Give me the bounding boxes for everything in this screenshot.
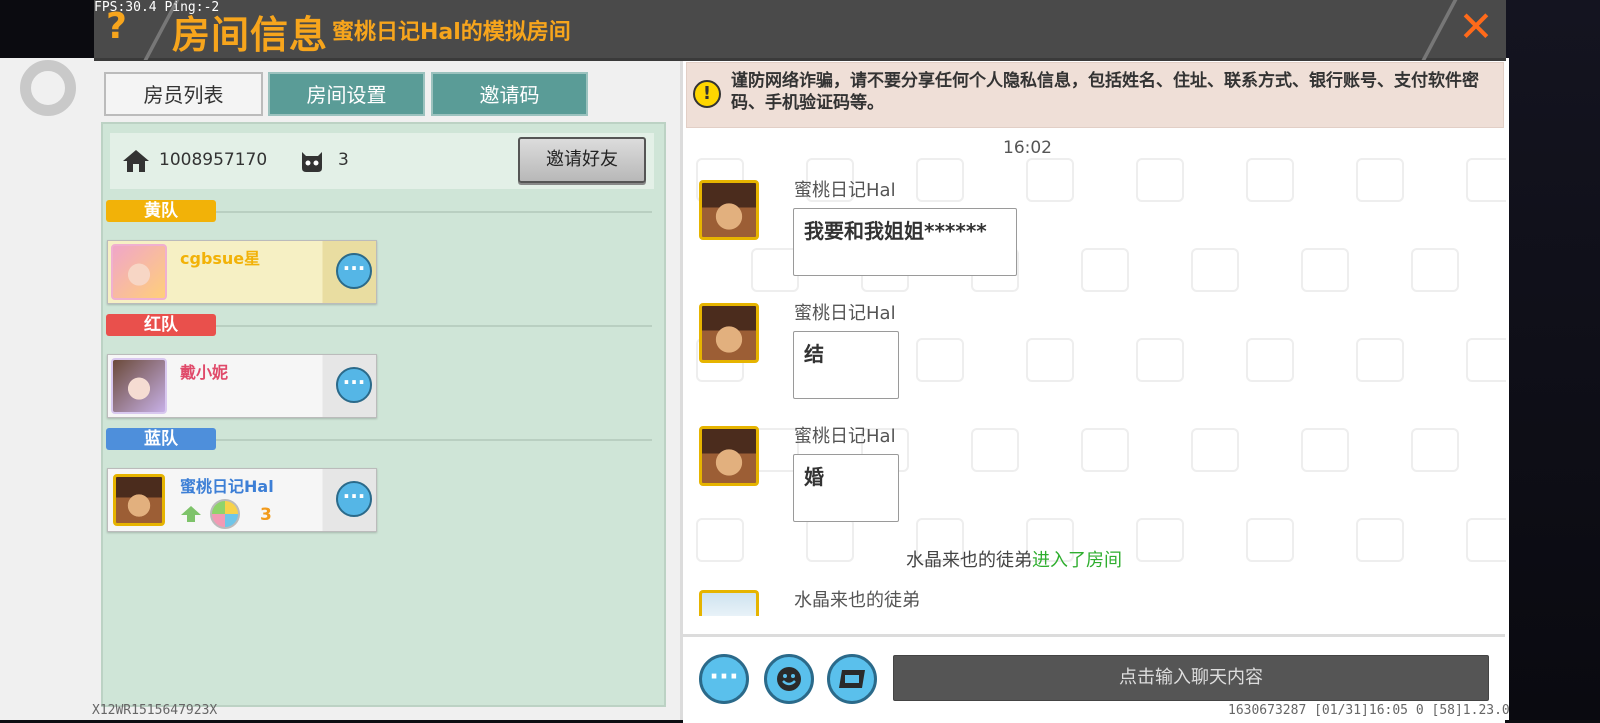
member-avatar [111, 358, 167, 414]
more-actions-button[interactable]: ··· [699, 654, 749, 704]
sender-avatar[interactable] [699, 180, 759, 240]
tab-invite-code[interactable]: 邀请码 [431, 72, 588, 116]
rank-badge-icon [210, 499, 240, 529]
message-bubble: 结 [793, 331, 899, 399]
quick-phrase-button[interactable] [827, 654, 877, 704]
system-action: 进入了房间 [1032, 550, 1122, 571]
close-button[interactable]: ✕ [1455, 2, 1497, 52]
close-x-icon: ✕ [1458, 2, 1494, 51]
message-sender: 水晶来也的徒弟 [794, 590, 920, 611]
sender-avatar[interactable] [699, 590, 759, 616]
team-tag-blue: 蓝队 [106, 428, 216, 450]
member-avatar [111, 244, 167, 300]
house-icon [123, 150, 149, 172]
room-subtitle: 蜜桃日记Hal的模拟房间 [332, 20, 571, 45]
member-card[interactable]: 蜜桃日记Hal 3 ··· [107, 468, 377, 532]
fps-readout: FPS:30.4 Ping:-2 [94, 0, 220, 15]
chat-input[interactable]: 点击输入聊天内容 [893, 655, 1489, 701]
member-name: 戴小妮 [180, 363, 229, 382]
ellipsis-icon: ··· [342, 484, 366, 508]
letterbox-right [1506, 0, 1600, 720]
ring-icon[interactable] [20, 60, 76, 116]
member-card[interactable]: cgbsue星 ··· [107, 240, 377, 304]
member-level: 3 [260, 505, 272, 525]
divider [216, 325, 652, 327]
message-sender: 蜜桃日记Hal [794, 426, 896, 447]
emoji-button[interactable] [764, 654, 814, 704]
divider [216, 211, 652, 213]
member-card[interactable]: 戴小妮 ··· [107, 354, 377, 418]
sender-avatar[interactable] [699, 303, 759, 363]
team-tag-red: 红队 [106, 314, 216, 336]
message-bubble: 我要和我姐姐****** [793, 208, 1017, 276]
more-options-button[interactable]: ··· [336, 253, 372, 289]
room-id: 1008957170 [159, 150, 268, 170]
player-count-icon [302, 152, 322, 172]
chat-timestamp: 16:02 [1003, 138, 1052, 158]
system-message: 水晶来也的徒弟进入了房间 [906, 546, 1122, 572]
player-count: 3 [338, 150, 349, 170]
ellipsis-icon: ··· [342, 256, 366, 280]
tab-member-list[interactable]: 房员列表 [104, 72, 263, 116]
smiley-icon [777, 667, 801, 691]
invite-friend-button[interactable]: 邀请好友 [518, 137, 646, 183]
ellipsis-icon: ··· [709, 662, 739, 692]
device-id: X12WR1515647923X [92, 703, 218, 718]
letterbox-left [0, 0, 94, 58]
sender-avatar[interactable] [699, 426, 759, 486]
message-bubble: 婚 [793, 454, 899, 522]
ellipsis-icon: ··· [342, 370, 366, 394]
keyboard-icon [839, 670, 865, 688]
level-arrow-icon [181, 506, 201, 522]
tab-room-settings[interactable]: 房间设置 [268, 72, 425, 116]
member-name: 蜜桃日记Hal [180, 477, 274, 496]
message-sender: 蜜桃日记Hal [794, 180, 896, 201]
member-avatar [113, 474, 165, 526]
more-options-button[interactable]: ··· [336, 367, 372, 403]
fraud-warning-text: 谨防网络诈骗，请不要分享任何个人隐私信息，包括姓名、住址、联系方式、银行账号、支… [731, 71, 1479, 113]
team-tag-yellow: 黄队 [106, 200, 216, 222]
member-name: cgbsue星 [180, 249, 261, 268]
divider [216, 439, 652, 441]
message-sender: 蜜桃日记Hal [794, 303, 896, 324]
more-options-button[interactable]: ··· [336, 481, 372, 517]
build-info: 1630673287 [01/31]16:05 0 [58]1.23.0 [1228, 703, 1510, 718]
system-user: 水晶来也的徒弟 [906, 550, 1032, 571]
warning-icon: ! [693, 80, 721, 108]
